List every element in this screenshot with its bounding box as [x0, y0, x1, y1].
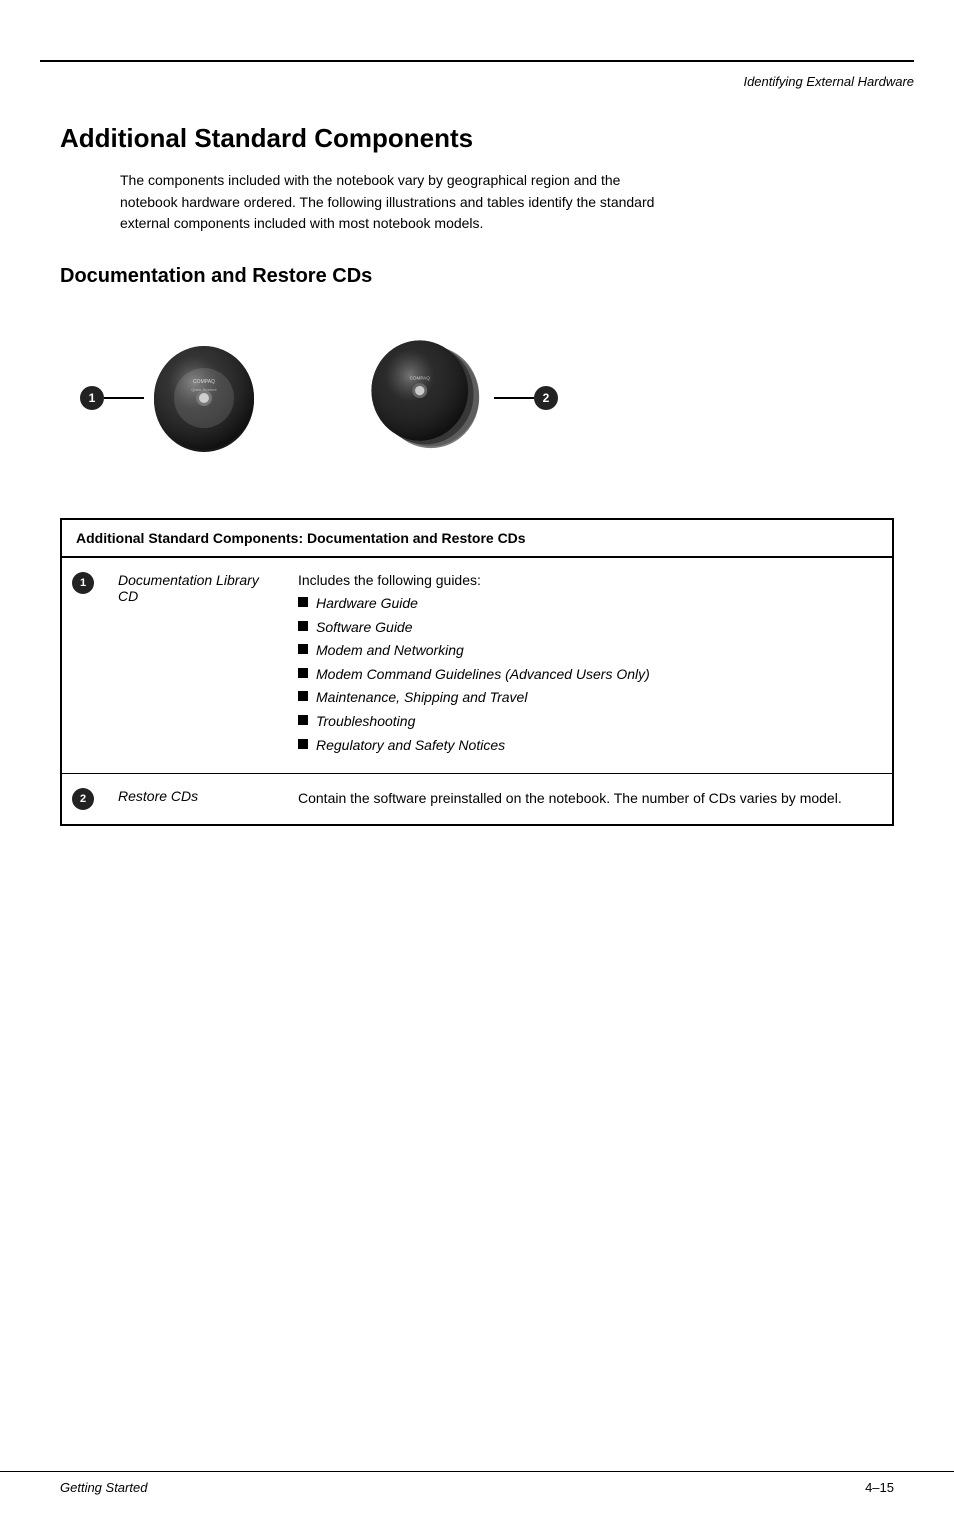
table-header-row: Additional Standard Components: Document… [61, 519, 893, 557]
page-container: Identifying External Hardware Additional… [0, 60, 954, 1535]
row2-desc: Contain the software preinstalled on the… [284, 774, 893, 826]
main-content: Additional Standard Components The compo… [0, 93, 954, 866]
table-header-cell: Additional Standard Components: Document… [61, 519, 893, 557]
bullet-sq [298, 644, 308, 654]
subsection-title: Documentation and Restore CDs [60, 265, 894, 288]
list-item: Regulatory and Safety Notices [298, 736, 878, 756]
row1-num: 1 [61, 557, 104, 774]
footer-right: 4–15 [865, 1480, 894, 1495]
components-table: Additional Standard Components: Document… [60, 518, 894, 826]
list-item: Troubleshooting [298, 712, 878, 732]
page-header: Identifying External Hardware [0, 66, 954, 93]
list-item: Modem Command Guidelines (Advanced Users… [298, 665, 878, 685]
row2-num: 2 [61, 774, 104, 826]
footer-left: Getting Started [60, 1480, 147, 1495]
list-item: Modem and Networking [298, 641, 878, 661]
list-item: Software Guide [298, 618, 878, 638]
row2-name: Restore CDs [104, 774, 284, 826]
top-rule [40, 60, 914, 62]
cd2-number-badge: 2 [534, 386, 558, 410]
row1-name: Documentation Library CD [104, 557, 284, 774]
bullet-list: Hardware Guide Software Guide Modem and … [298, 594, 878, 755]
cd1-connector [104, 397, 144, 399]
bullet-sq [298, 621, 308, 631]
cd-illustrations: 1 [80, 318, 874, 478]
svg-text:COMPAQ: COMPAQ [193, 379, 215, 385]
intro-text: The components included with the noteboo… [120, 170, 680, 235]
list-item: Hardware Guide [298, 594, 878, 614]
row1-desc: Includes the following guides: Hardware … [284, 557, 893, 774]
bullet-sq [298, 739, 308, 749]
list-item: Maintenance, Shipping and Travel [298, 688, 878, 708]
bullet-sq [298, 691, 308, 701]
bullet-sq [298, 715, 308, 725]
cd1-number-badge: 1 [80, 386, 104, 410]
cd-group-2: COMPAQ 2 [364, 333, 558, 463]
cd2-stack: COMPAQ [364, 333, 494, 463]
bullet-sq [298, 668, 308, 678]
main-title: Additional Standard Components [60, 123, 894, 154]
row2-circle: 2 [72, 788, 94, 810]
svg-text:Quick Restore: Quick Restore [191, 387, 217, 392]
svg-text:COMPAQ: COMPAQ [410, 375, 431, 380]
cd2-connector [494, 397, 534, 399]
header-title: Identifying External Hardware [743, 74, 914, 89]
row1-circle: 1 [72, 572, 94, 594]
cd1-disc: COMPAQ Quick Restore [144, 338, 264, 458]
cd-group-1: 1 [80, 338, 264, 458]
includes-label: Includes the following guides: [298, 572, 878, 588]
table-row-2: 2 Restore CDs Contain the software prein… [61, 774, 893, 826]
bullet-sq [298, 597, 308, 607]
table-row-1: 1 Documentation Library CD Includes the … [61, 557, 893, 774]
